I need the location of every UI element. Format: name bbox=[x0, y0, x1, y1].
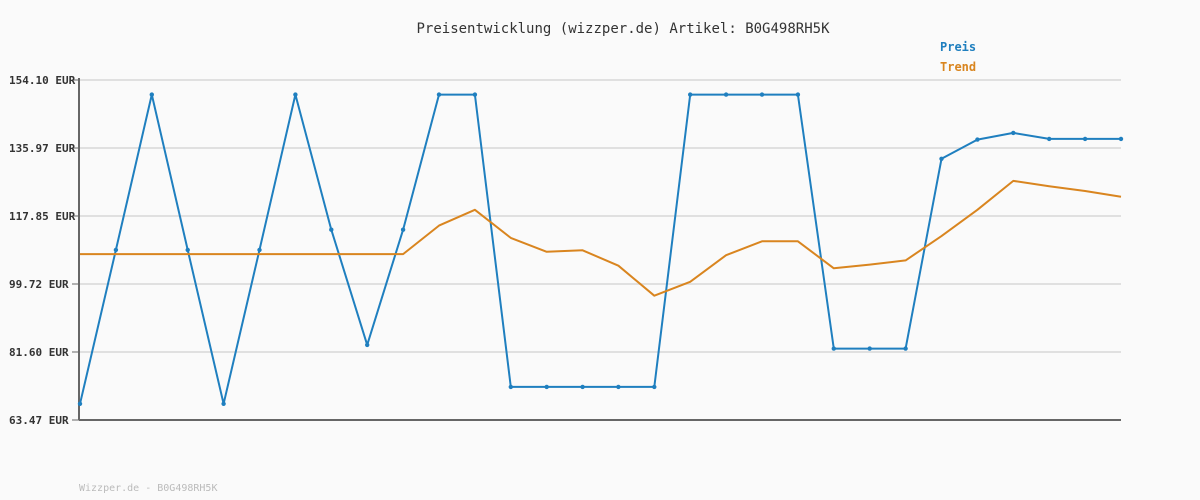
data-point-preis bbox=[1082, 136, 1088, 142]
y-tick-label: 99.72 EUR bbox=[9, 278, 69, 291]
data-point-preis bbox=[723, 92, 729, 97]
data-point-preis bbox=[759, 92, 765, 97]
series-line-preis bbox=[79, 93, 1121, 405]
data-point-preis bbox=[903, 346, 908, 351]
y-tick-label: 63.47 EUR bbox=[9, 414, 69, 427]
data-point-preis bbox=[867, 346, 872, 351]
data-point-preis bbox=[975, 137, 980, 142]
y-tick-label: 154.10 EUR bbox=[9, 74, 76, 87]
price-chart: Preisentwicklung (wizzper.de) Artikel: B… bbox=[9, 21, 1124, 494]
data-point-preis bbox=[185, 247, 190, 253]
y-tick-label: 81.60 EUR bbox=[9, 346, 69, 359]
y-axis-ticks: 154.10 EUR 135.97 EUR 117.85 EUR 99.72 EUR 8… bbox=[9, 74, 80, 427]
data-point-preis bbox=[652, 384, 657, 390]
y-tick-label: 135.97 EUR bbox=[9, 142, 76, 155]
series-line-trend bbox=[80, 179, 1122, 297]
data-point-preis bbox=[293, 92, 298, 97]
chart-footer: Wizzper.de - B0G498RH5K bbox=[79, 483, 217, 494]
data-point-preis bbox=[221, 401, 226, 406]
data-point-preis bbox=[77, 401, 83, 406]
data-point-preis bbox=[400, 227, 406, 232]
y-tick-label: 117.85 EUR bbox=[9, 210, 76, 223]
legend-trend: Trend bbox=[940, 60, 976, 74]
data-point-preis bbox=[1011, 130, 1016, 136]
data-point-preis bbox=[1118, 136, 1124, 142]
data-point-preis bbox=[113, 247, 119, 253]
data-point-preis bbox=[1047, 136, 1052, 142]
data-point-preis bbox=[472, 92, 478, 97]
data-point-preis bbox=[329, 227, 334, 232]
data-point-preis bbox=[580, 384, 585, 390]
data-point-preis bbox=[939, 156, 944, 161]
data-point-preis bbox=[149, 92, 154, 97]
data-point-preis bbox=[365, 342, 370, 348]
chart-title: Preisentwicklung (wizzper.de) Artikel: B… bbox=[416, 21, 830, 37]
series-layer bbox=[77, 92, 1124, 406]
data-point-preis bbox=[795, 92, 801, 97]
legend-preis: Preis bbox=[940, 40, 976, 54]
data-point-preis bbox=[831, 346, 836, 351]
data-point-preis bbox=[688, 92, 693, 97]
data-point-preis bbox=[436, 92, 442, 97]
grid-lines bbox=[80, 79, 1121, 353]
data-point-preis bbox=[257, 247, 262, 253]
data-point-preis bbox=[544, 384, 549, 390]
data-point-preis bbox=[616, 384, 621, 390]
data-point-preis bbox=[508, 384, 513, 390]
